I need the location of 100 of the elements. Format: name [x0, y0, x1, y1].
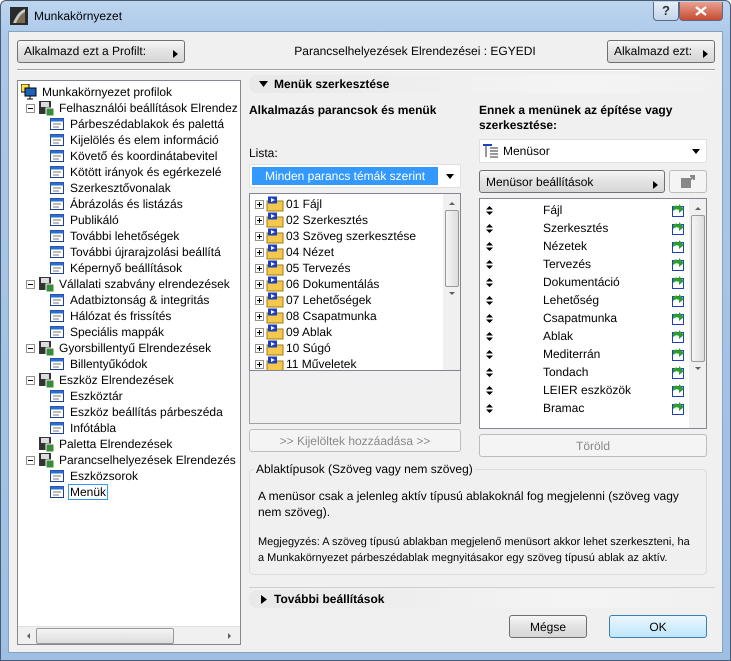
monitor-icon	[21, 84, 37, 100]
horizontal-scrollbar[interactable]	[18, 626, 240, 644]
tree-item[interactable]: Adatbiztonság & integritás	[68, 292, 212, 308]
vertical-scrollbar[interactable]	[443, 194, 460, 370]
ok-button[interactable]: OK	[609, 615, 707, 638]
apply-button[interactable]: Alkalmazd ezt:	[607, 40, 715, 62]
vertical-scrollbar[interactable]	[689, 199, 706, 428]
reorder-handle-icon[interactable]	[486, 206, 493, 214]
tree-item[interactable]: Infótábla	[68, 420, 118, 436]
tree-item[interactable]: Paletta Elrendezések	[57, 436, 174, 452]
tree-item[interactable]: További újrarajzolási beállítá	[68, 244, 223, 260]
menu-item[interactable]: Fájl	[493, 203, 671, 217]
expand-icon[interactable]	[255, 312, 264, 320]
tree-item[interactable]: Eszközsorok	[68, 468, 140, 484]
expand-icon[interactable]	[255, 200, 264, 208]
window-title: Munkakörnyezet	[34, 9, 122, 23]
tree-item[interactable]: Követő és koordinátabevitel	[68, 148, 220, 164]
menu-item[interactable]: Bramac	[493, 401, 671, 415]
tree-item[interactable]: Ábrázolás és listázás	[68, 196, 185, 212]
menu-item[interactable]: Csapatmunka	[493, 311, 671, 325]
tree-item[interactable]: Munkakörnyezet profilok	[40, 84, 174, 100]
expand-icon[interactable]	[255, 248, 264, 256]
menu-item[interactable]: Lehetőség	[493, 293, 671, 307]
tree-item[interactable]: Menük	[68, 484, 108, 500]
tree-item[interactable]: Párbeszédablakok és palettá	[68, 116, 226, 132]
reorder-handle-icon[interactable]	[486, 314, 493, 322]
menu-item[interactable]: Tondach	[493, 365, 671, 379]
menu-item[interactable]: Mediterrán	[493, 347, 671, 361]
settings-window-icon	[49, 244, 65, 260]
cancel-button[interactable]: Mégse	[509, 615, 587, 638]
expand-icon[interactable]	[255, 328, 264, 336]
tree-item[interactable]: További lehetőségek	[68, 228, 182, 244]
reorder-handle-icon[interactable]	[486, 332, 493, 340]
help-button[interactable]: ?	[653, 2, 679, 20]
section-title: Menük szerkesztése	[274, 77, 390, 91]
settings-window-icon	[49, 308, 65, 324]
tree-item[interactable]: Eszköz beállítás párbeszéda	[68, 404, 225, 420]
reorder-handle-icon[interactable]	[486, 368, 493, 376]
collapse-icon[interactable]	[26, 280, 35, 288]
menu-item[interactable]: Dokumentáció	[493, 275, 671, 289]
expand-icon[interactable]	[255, 296, 264, 304]
expand-icon[interactable]	[255, 264, 264, 272]
tree-item[interactable]: Kijelölés és elem információ	[68, 132, 221, 148]
reorder-handle-icon[interactable]	[486, 350, 493, 358]
menu-item[interactable]: Tervezés	[493, 257, 671, 271]
command-item[interactable]: 07 Lehetőségek	[286, 293, 372, 307]
menu-settings-button[interactable]: Menüsor beállítások	[479, 170, 665, 193]
command-item[interactable]: 03 Szöveg szerkesztése	[286, 229, 416, 243]
tree-item[interactable]: Vállalati szabvány elrendezések	[57, 276, 232, 292]
collapse-icon[interactable]	[26, 104, 35, 112]
tree-item[interactable]: Gyorsbillentyű Elrendezések	[57, 340, 214, 356]
group-legend: Ablaktípusok (Szöveg vagy nem szöveg)	[254, 462, 475, 476]
command-item[interactable]: 06 Dokumentálás	[286, 277, 380, 291]
menu-dropdown[interactable]: Menüsor	[479, 139, 707, 163]
collapse-icon[interactable]	[26, 376, 35, 384]
tree-item[interactable]: Képernyő beállítások	[68, 260, 184, 276]
expand-icon[interactable]	[255, 216, 264, 224]
layout-status-text: Parancselhelyezések Elrendezései : EGYEDI	[293, 44, 537, 58]
menu-item[interactable]: Nézetek	[493, 239, 671, 253]
expand-icon[interactable]	[255, 280, 264, 288]
command-item[interactable]: 11 Műveletek	[286, 357, 356, 370]
menu-item[interactable]: LEIER eszközök	[493, 383, 671, 397]
close-button[interactable]	[679, 2, 723, 20]
reorder-handle-icon[interactable]	[486, 296, 493, 304]
tree-item[interactable]: Kötött irányok és egérkezelé	[68, 164, 224, 180]
tree-item[interactable]: Szerkesztővonalak	[68, 180, 173, 196]
tree-item[interactable]: Speciális mappák	[68, 324, 166, 340]
tree-item[interactable]: Eszköz Elrendezések	[57, 372, 176, 388]
reorder-handle-icon[interactable]	[486, 242, 493, 250]
command-item[interactable]: 09 Ablak	[286, 325, 332, 339]
command-item[interactable]: 02 Szerkesztés	[286, 213, 368, 227]
expand-icon[interactable]	[255, 344, 264, 352]
collapse-icon[interactable]	[26, 456, 35, 464]
settings-window-icon	[49, 132, 65, 148]
reorder-handle-icon[interactable]	[486, 224, 493, 232]
settings-window-icon	[49, 356, 65, 372]
reorder-handle-icon[interactable]	[486, 404, 493, 412]
menu-item[interactable]: Szerkesztés	[493, 221, 671, 235]
reorder-handle-icon[interactable]	[486, 386, 493, 394]
tree-item[interactable]: Felhasználói beállítások Elrendez	[57, 100, 240, 116]
command-item[interactable]: 01 Fájl	[286, 197, 322, 211]
command-item[interactable]: 08 Csapatmunka	[286, 309, 377, 323]
reorder-handle-icon[interactable]	[486, 260, 493, 268]
tree-item[interactable]: Billentyűkódok	[68, 356, 150, 372]
settings-window-icon	[49, 116, 65, 132]
folder-icon	[266, 228, 284, 244]
caret-icon	[653, 180, 658, 188]
apply-profile-button[interactable]: Alkalmazd ezt a Profilt:	[17, 40, 185, 62]
tree-item[interactable]: Hálózat és frissítés	[68, 308, 174, 324]
expand-icon[interactable]	[255, 232, 264, 240]
expand-icon[interactable]	[255, 360, 264, 368]
command-item[interactable]: 04 Nézet	[286, 245, 334, 259]
reorder-handle-icon[interactable]	[486, 278, 493, 286]
collapse-icon[interactable]	[26, 344, 35, 352]
menu-item[interactable]: Ablak	[493, 329, 671, 343]
command-item[interactable]: 05 Tervezés	[286, 261, 350, 275]
tree-item[interactable]: Publikáló	[68, 212, 121, 228]
tree-item[interactable]: Parancselhelyezések Elrendezés	[57, 452, 238, 468]
command-item[interactable]: 10 Súgó	[286, 341, 331, 355]
tree-item[interactable]: Eszköztár	[68, 388, 125, 404]
